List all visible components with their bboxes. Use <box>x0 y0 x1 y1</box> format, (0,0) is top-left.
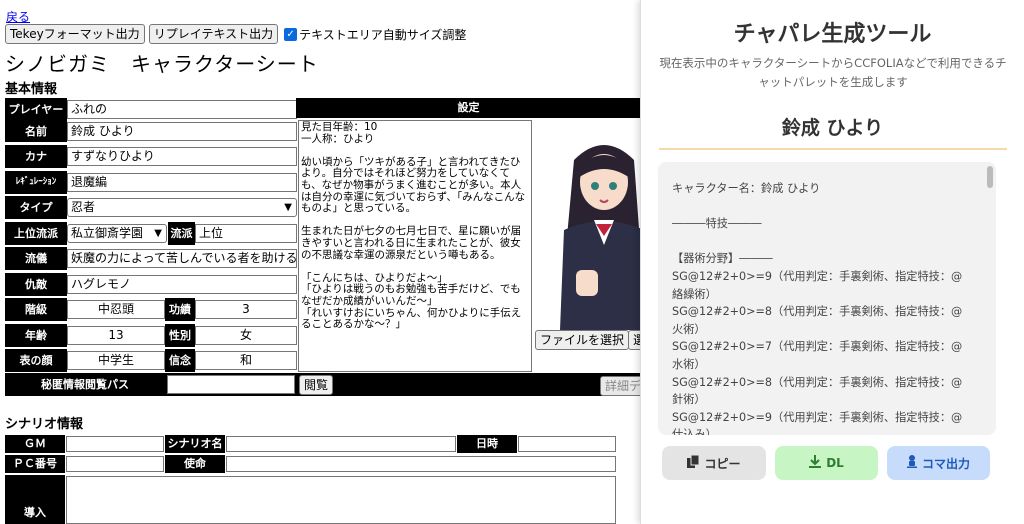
settings-header: 設定 <box>296 98 640 118</box>
upper-school-select[interactable]: 私立御斎学園 ▼ <box>67 224 167 243</box>
player-label: プレイヤー <box>5 98 67 121</box>
download-button[interactable]: DL <box>775 446 878 480</box>
panel-character-name: 鈴成 ひより <box>781 117 884 139</box>
download-icon <box>809 455 822 471</box>
belief-input[interactable]: 和 <box>195 351 297 370</box>
panel-description: 現在表示中のキャラクターシートからCCFOLIAなどで利用できるチャットパレット… <box>659 56 1007 89</box>
settings-textarea[interactable]: 見た目年齢：10 一人称：ひより 幼い頃から「ツキがある子」と言われてきたひより… <box>298 120 532 372</box>
date-label: 日時 <box>457 435 517 453</box>
age-input[interactable]: 13 <box>67 326 165 345</box>
page-title: シノビガミ キャラクターシート <box>5 52 319 76</box>
download-button-label: DL <box>826 456 844 470</box>
pc-number-label: ＰＣ番号 <box>5 455 65 473</box>
copy-button-label: コピー <box>704 456 741 471</box>
mission-input[interactable] <box>226 456 616 472</box>
panel-title: チャパレ生成ツール <box>733 22 932 47</box>
merit-label: 功績 <box>165 298 195 321</box>
file-secondary-button[interactable]: 選 <box>628 330 640 350</box>
type-select[interactable]: 忍者 ▼ <box>67 198 297 217</box>
gm-input[interactable] <box>66 436 164 452</box>
character-portrait <box>534 120 640 330</box>
creed-label: 流儀 <box>5 247 67 270</box>
toolbar: Tekeyフォーマット出力 リプレイテキスト出力 ✓ テキストエリア自動サイズ調… <box>5 24 466 44</box>
upper-school-value: 私立御斎学園 <box>71 226 144 240</box>
koma-export-button[interactable]: コマ出力 <box>887 446 990 480</box>
chevron-down-icon: ▼ <box>154 228 162 239</box>
copy-icon <box>687 454 700 471</box>
auto-size-toggle[interactable]: ✓ テキストエリア自動サイズ調整 <box>284 26 466 43</box>
face-label: 表の顔 <box>5 349 67 372</box>
type-label: タイプ <box>5 196 67 219</box>
mission-label: 使命 <box>165 455 225 473</box>
age-label: 年齢 <box>5 324 67 347</box>
character-sheet: 戻る Tekeyフォーマット出力 リプレイテキスト出力 ✓ テキストエリア自動サ… <box>0 0 640 524</box>
replay-text-export-button[interactable]: リプレイテキスト出力 <box>148 24 279 44</box>
chat-palette-output[interactable]: キャラクター名：鈴成 ひより ―――特技――― 【器術分野】――― SG@12#… <box>658 162 996 435</box>
school-input[interactable]: 上位 <box>195 224 297 243</box>
copy-button[interactable]: コピー <box>662 446 766 480</box>
pc-number-input[interactable] <box>66 456 164 472</box>
merit-input[interactable]: 3 <box>195 300 297 319</box>
kana-label: カナ <box>5 145 67 168</box>
portrait-illustration <box>534 120 640 330</box>
back-link[interactable]: 戻る <box>6 8 30 25</box>
palette-scrollbar[interactable] <box>987 166 993 188</box>
scenario-name-input[interactable] <box>226 436 456 452</box>
enemy-input[interactable]: ハグレモノ <box>67 275 297 294</box>
rank-label: 階級 <box>5 298 67 321</box>
view-button[interactable]: 閲覧 <box>299 375 334 395</box>
basic-info-heading: 基本情報 <box>5 82 58 97</box>
school-label: 流派 <box>168 222 195 245</box>
checkbox-checked-icon[interactable]: ✓ <box>284 27 298 41</box>
auto-size-label: テキストエリア自動サイズ調整 <box>299 27 467 42</box>
koma-export-button-label: コマ出力 <box>921 456 970 471</box>
belief-label: 信念 <box>165 349 195 372</box>
face-input[interactable]: 中学生 <box>67 351 165 370</box>
person-icon <box>906 455 917 471</box>
secret-pass-input[interactable] <box>167 375 295 394</box>
detail-button[interactable]: 詳細デ <box>600 376 640 396</box>
gender-label: 性別 <box>165 324 195 347</box>
rank-input[interactable]: 中忍頭 <box>67 300 165 319</box>
gender-input[interactable]: 女 <box>195 326 297 345</box>
player-input[interactable]: ふれの <box>67 100 297 119</box>
gm-label: ＧＭ <box>5 435 65 453</box>
upper-school-label: 上位流派 <box>5 222 67 245</box>
tekey-export-button[interactable]: Tekeyフォーマット出力 <box>5 24 145 44</box>
name-input[interactable]: 鈴成 ひより <box>67 122 297 141</box>
type-select-value: 忍者 <box>71 200 96 214</box>
creed-input[interactable]: 妖魔の力によって苦しんでいる者を助ける <box>67 249 297 268</box>
scenario-name-label: シナリオ名 <box>165 435 225 453</box>
intro-label: 導入 <box>5 475 65 524</box>
scenario-heading: シナリオ情報 <box>5 417 84 432</box>
date-input[interactable] <box>518 436 616 452</box>
regulation-input[interactable]: 退魔編 <box>67 173 297 192</box>
regulation-label: ﾚｷﾞｭﾚｰｼｮﾝ <box>5 171 67 194</box>
name-label: 名前 <box>5 120 67 142</box>
chevron-down-icon: ▼ <box>284 202 292 213</box>
chat-palette-text: キャラクター名：鈴成 ひより ―――特技――― 【器術分野】――― SG@12#… <box>672 182 963 435</box>
enemy-label: 仇敵 <box>5 273 67 296</box>
file-select-button[interactable]: ファイルを選択 <box>535 330 630 350</box>
intro-textarea[interactable] <box>66 476 616 524</box>
panel-divider <box>659 148 1007 150</box>
secret-pass-label: 秘匿情報閲覧パス <box>41 378 129 391</box>
kana-input[interactable]: すずなりひより <box>67 147 297 166</box>
